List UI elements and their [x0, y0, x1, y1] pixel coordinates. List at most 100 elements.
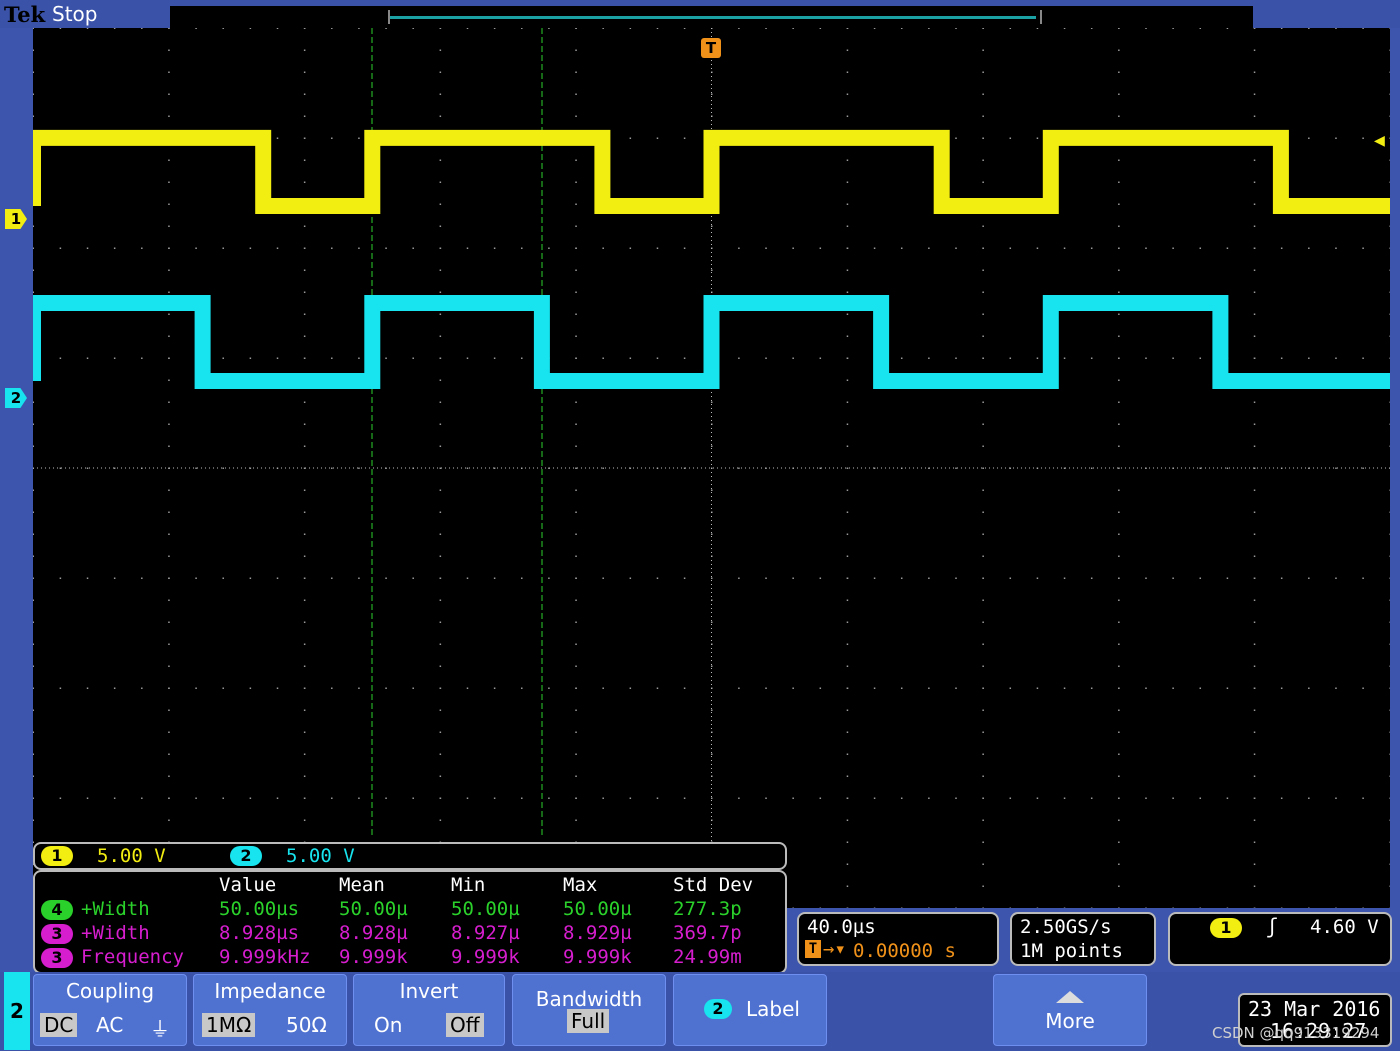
- acquisition-readout[interactable]: 2.50GS/s 1M points: [1010, 912, 1156, 966]
- grid-dot: [195, 687, 197, 689]
- grid-dot: [1253, 797, 1256, 799]
- grid-dot: [982, 753, 984, 755]
- horizontal-readout[interactable]: 40.0µs T →▾ 0.00000 s: [797, 912, 999, 966]
- ground-icon[interactable]: ⏚: [146, 1013, 174, 1042]
- grid-dot: [1280, 577, 1283, 579]
- trigger-level: 4.60 V: [1310, 916, 1379, 938]
- grid-dot: [846, 159, 849, 161]
- grid-dot: [439, 93, 442, 95]
- bandwidth-button[interactable]: Bandwidth Full: [512, 974, 666, 1046]
- invert-button[interactable]: Invert On Off: [353, 974, 505, 1046]
- invert-off-option[interactable]: Off: [446, 1013, 484, 1037]
- ch1-ground-marker[interactable]: 1: [5, 209, 27, 229]
- grid-dot: [1036, 137, 1039, 139]
- grid-dot: [982, 907, 984, 908]
- grid-dot: [303, 643, 306, 645]
- grid-dot: [738, 687, 740, 689]
- label-button[interactable]: 2 Label: [673, 974, 827, 1046]
- grid-dot: [1118, 115, 1120, 117]
- grid-dot: [1253, 775, 1256, 777]
- coupling-dc-option[interactable]: DC: [40, 1013, 78, 1037]
- grid-dot: [168, 819, 170, 821]
- grid-dot: [792, 247, 794, 249]
- grid-dot: [1253, 555, 1256, 557]
- measure-std: 24.99m: [673, 946, 742, 968]
- grid-dot: [1118, 159, 1120, 161]
- grid-dot: [1389, 907, 1390, 908]
- grid-dot: [303, 357, 306, 359]
- grid-dot: [982, 885, 984, 887]
- grid-dot: [113, 467, 116, 469]
- grid-dot: [86, 467, 89, 469]
- grid-dot: [303, 731, 306, 733]
- grid-dot: [33, 841, 34, 843]
- impedance-50ohm-option[interactable]: 50Ω: [282, 1013, 331, 1037]
- grid-dot: [439, 775, 442, 777]
- grid-dot: [1145, 797, 1147, 799]
- grid-dot: [439, 445, 442, 447]
- grid-dot: [113, 357, 116, 359]
- grid-dot: [982, 401, 984, 403]
- grid-dot: [33, 489, 34, 491]
- impedance-button[interactable]: Impedance 1MΩ 50Ω: [193, 974, 347, 1046]
- grid-dot: [846, 621, 849, 623]
- grid-dot: [846, 555, 849, 557]
- grid-dot: [1199, 687, 1202, 689]
- grid-dot: [738, 577, 740, 579]
- grid-dot: [1118, 731, 1120, 733]
- grid-dot: [168, 797, 170, 799]
- grid-dot: [1036, 28, 1039, 29]
- grid-dot: [575, 93, 577, 95]
- ch2-ground-marker[interactable]: 2: [5, 388, 27, 408]
- grid-dot: [1199, 467, 1202, 469]
- grid-dot: [819, 907, 822, 908]
- grid-dot: [168, 511, 170, 513]
- measure-mean: 9.999k: [339, 946, 408, 968]
- grid-dot: [358, 797, 360, 799]
- grid-dot: [1362, 28, 1364, 29]
- trigger-readout[interactable]: 1 ʃ 4.60 V: [1168, 912, 1392, 966]
- grid-dot: [303, 247, 306, 249]
- grid-dot: [1389, 247, 1390, 249]
- trigger-position-marker[interactable]: T: [701, 38, 721, 58]
- grid-dot: [1280, 687, 1283, 689]
- grid-dot: [168, 709, 170, 711]
- grid-dot: [656, 797, 659, 799]
- bandwidth-title: Bandwidth: [535, 987, 643, 1011]
- grid-dot: [982, 225, 984, 227]
- invert-title: Invert: [399, 979, 459, 1003]
- coupling-ac-option[interactable]: AC: [92, 1013, 127, 1037]
- impedance-1mohm-option[interactable]: 1MΩ: [202, 1013, 256, 1037]
- grid-dot: [439, 797, 442, 799]
- coupling-button[interactable]: Coupling DC AC ⏚: [33, 974, 187, 1046]
- grid-dot: [141, 357, 143, 359]
- invert-on-option[interactable]: On: [370, 1013, 406, 1037]
- grid-dot: [846, 335, 849, 337]
- acquisition-status: Stop: [52, 2, 98, 26]
- grid-dot: [412, 247, 414, 249]
- grid-dot: [575, 797, 577, 799]
- grid-dot: [521, 687, 523, 689]
- grid-dot: [955, 28, 957, 29]
- measure-value: 8.928µs: [219, 922, 300, 944]
- grid-dot: [711, 709, 713, 711]
- grid-dot: [521, 357, 523, 359]
- grid-dot: [982, 621, 984, 623]
- grid-dot: [575, 489, 577, 491]
- grid-dot: [765, 577, 767, 579]
- oscilloscope-display: Tek Stop 1 2 T ◀ 1 5.00 V 2 5.00 V Value…: [0, 0, 1400, 1051]
- grid-dot: [249, 357, 252, 359]
- grid-dot: [982, 49, 984, 51]
- grid-dot: [1118, 687, 1120, 689]
- grid-dot: [711, 269, 713, 271]
- grid-dot: [1335, 247, 1337, 249]
- more-button[interactable]: More: [993, 974, 1147, 1046]
- grid-dot: [683, 247, 686, 249]
- grid-dot: [575, 665, 577, 667]
- impedance-title: Impedance: [214, 979, 326, 1003]
- record-length: 1M points: [1020, 940, 1123, 962]
- grid-dot: [846, 291, 849, 293]
- grid-dot: [575, 423, 577, 425]
- header-std-dev: Std Dev: [673, 874, 754, 896]
- grid-dot: [711, 665, 713, 667]
